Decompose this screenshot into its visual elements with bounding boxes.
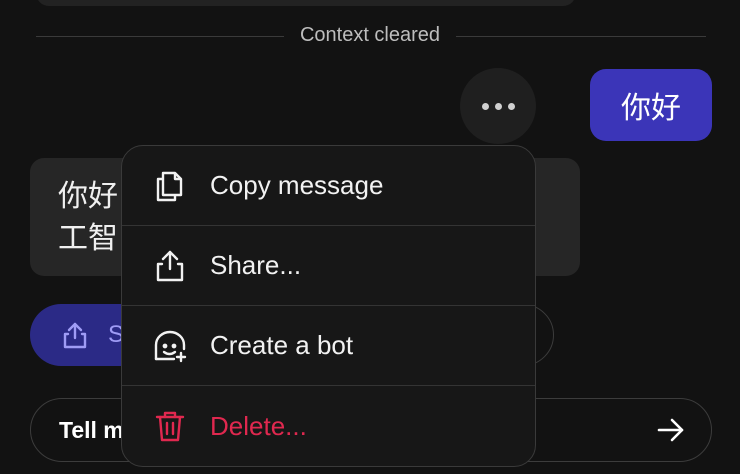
menu-item-delete[interactable]: Delete... [122, 386, 535, 466]
user-message-bubble[interactable]: 你好 [590, 69, 712, 141]
bot-add-icon [154, 330, 187, 362]
menu-item-label: Delete... [210, 410, 307, 441]
dot [494, 102, 502, 110]
previous-message-bubble [36, 0, 576, 6]
context-cleared-divider: Context cleared [0, 24, 740, 47]
share-icon [156, 250, 184, 281]
menu-item-copy-message[interactable]: Copy message [122, 146, 535, 226]
user-message-text: 你好 [621, 92, 681, 125]
arrow-right-icon[interactable] [655, 414, 687, 446]
menu-item-label: Create a bot [210, 330, 354, 360]
dot [481, 102, 489, 110]
more-options-button[interactable] [460, 68, 536, 144]
menu-item-label: Share... [210, 250, 302, 280]
context-cleared-label: Context cleared [289, 24, 451, 46]
menu-item-share[interactable]: Share... [122, 226, 535, 306]
share-icon [63, 322, 87, 349]
trash-icon [155, 411, 185, 442]
dot [507, 102, 515, 110]
menu-item-label: Copy message [210, 170, 384, 200]
menu-item-create-bot[interactable]: Create a bot [122, 306, 535, 386]
message-context-menu: Copy message Share... Create a bot Delet… [121, 145, 536, 467]
copy-icon [156, 171, 183, 201]
